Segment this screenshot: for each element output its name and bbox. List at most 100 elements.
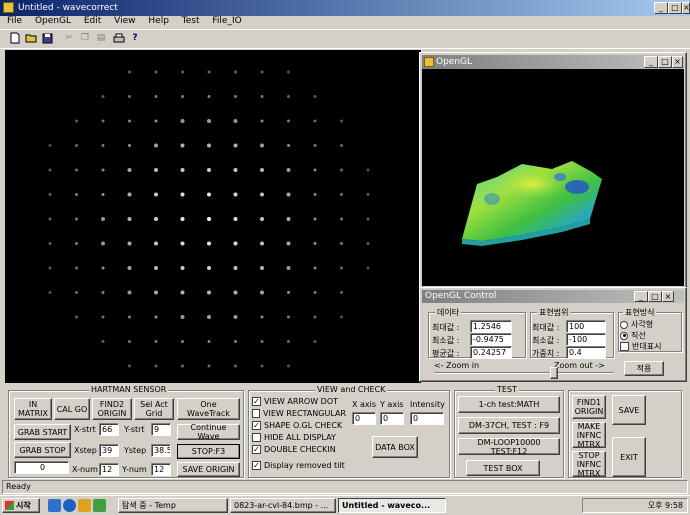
zoom-in-label: <- Zoom in <box>434 361 480 370</box>
sel-act-grid-button[interactable]: Sel Act Grid <box>134 398 174 420</box>
one-wavetrack-button[interactable]: One WaveTrack <box>177 398 240 420</box>
ystep-field[interactable]: 38.5 <box>151 444 171 457</box>
data-avg-field[interactable]: 0.24257 <box>470 346 512 359</box>
grab-start-button[interactable]: GRAB START <box>14 424 71 440</box>
mode-radio-rect[interactable]: 사각형 <box>620 319 653 330</box>
display-removed-tilt-checkbox[interactable]: ✓ Display removed tilt <box>252 461 345 470</box>
range-weight-field[interactable]: 0.4 <box>566 346 606 359</box>
hartmann-spot <box>128 70 131 74</box>
counter-field[interactable]: 0 <box>14 461 69 474</box>
hartmann-spot <box>260 70 264 74</box>
hartmann-spot <box>154 70 158 74</box>
data-min-field[interactable]: -0.9475 <box>470 333 512 346</box>
y-axis-field[interactable]: 0 <box>380 412 404 425</box>
menu-opengl[interactable]: OpenGL <box>30 15 76 28</box>
opengl-maximize-button[interactable]: □ <box>658 56 672 68</box>
stop-f3-button[interactable]: STOP:F3 <box>177 444 240 459</box>
hartmann-spot <box>260 315 264 319</box>
hartmann-spot <box>181 364 184 368</box>
view-arrow-dot-checkbox[interactable]: ✓ VIEW ARROW DOT <box>252 397 338 406</box>
shape-ogl-checkbox[interactable]: ✓ SHAPE O.GL CHECK <box>252 421 346 430</box>
opengl-close-button[interactable]: × <box>672 56 683 68</box>
mode-radio-line[interactable]: 직선 <box>620 330 646 341</box>
apply-button[interactable]: 적용 <box>624 361 664 376</box>
hartmann-spot <box>287 70 290 74</box>
task-bmp-button[interactable]: 0823-ar-cvl-84.bmp - ... <box>230 498 336 513</box>
make-infnc-mtrx-button[interactable]: MAKE INFNC MTRX <box>572 422 606 449</box>
opengl-minimize-button[interactable]: _ <box>644 56 658 68</box>
ch1-math-button[interactable]: 1-ch test:MATH <box>458 396 560 413</box>
help-icon[interactable]: ? <box>128 31 142 45</box>
x-axis-field[interactable]: 0 <box>352 412 376 425</box>
in-matrix-button[interactable]: IN MATRIX <box>14 398 52 420</box>
dm37-test-button[interactable]: DM-37CH, TEST : F9 <box>458 417 560 434</box>
task-explorer-button[interactable]: 탐색 중 - Temp <box>118 498 228 513</box>
save-button[interactable]: SAVE <box>612 395 646 425</box>
xstep-field[interactable]: 39 <box>99 444 119 457</box>
quicklaunch-ie-icon[interactable] <box>63 499 76 512</box>
hartmann-spot <box>366 217 370 221</box>
menu-file[interactable]: File <box>2 15 27 28</box>
control-maximize-button[interactable]: □ <box>648 291 662 302</box>
quicklaunch-media-icon[interactable] <box>93 499 106 512</box>
task-wavecorrect-button[interactable]: Untitled - waveco... <box>338 498 446 513</box>
hartmann-spot <box>340 144 343 147</box>
menu-test[interactable]: Test <box>177 15 205 28</box>
intensity-field[interactable]: 0 <box>410 412 444 425</box>
cut-icon[interactable]: ✂ <box>62 31 76 45</box>
hartmann-spot <box>207 290 211 295</box>
mode-group-title: 표현방식 <box>623 307 657 318</box>
continue-wave-button[interactable]: Continue Wave <box>177 423 240 441</box>
ystrt-field[interactable]: 9 <box>151 423 171 436</box>
menu-file-io[interactable]: File_IO <box>207 15 246 28</box>
quicklaunch-desktop-icon[interactable] <box>48 499 61 512</box>
view-rectangular-checkbox[interactable]: VIEW RECTANGULAR <box>252 409 346 418</box>
dm-loop-test-button[interactable]: DM-LOOP10000 TEST:F12 <box>458 438 560 456</box>
window-title: Untitled - wavecorrect <box>18 3 118 13</box>
control-minimize-button[interactable]: _ <box>634 291 648 302</box>
ynum-field[interactable]: 12 <box>151 463 171 476</box>
xnum-field[interactable]: 12 <box>99 463 119 476</box>
hide-all-display-checkbox[interactable]: HIDE ALL DISPLAY <box>252 433 336 442</box>
hartmann-spot-grid <box>48 70 370 368</box>
find2-origin-button[interactable]: FIND2 ORIGIN <box>92 398 132 420</box>
copy-icon[interactable]: ❐ <box>78 31 92 45</box>
data-box-button[interactable]: DATA BOX <box>372 436 418 458</box>
zoom-slider-track[interactable] <box>434 372 614 374</box>
save-disk-icon[interactable] <box>40 31 54 45</box>
opengl-titlebar: OpenGL _ □ × <box>422 55 684 69</box>
close-button[interactable]: × <box>682 2 690 14</box>
grab-stop-button[interactable]: GRAB STOP <box>14 442 71 458</box>
hartmann-spot <box>287 315 290 319</box>
quicklaunch-outlook-icon[interactable] <box>78 499 91 512</box>
menu-edit[interactable]: Edit <box>79 15 106 28</box>
range-max-field[interactable]: 100 <box>566 320 606 333</box>
camera-view[interactable] <box>5 50 421 383</box>
minimize-button[interactable]: _ <box>654 2 668 14</box>
cal-go-button[interactable]: CAL GO <box>54 398 90 420</box>
print-icon[interactable] <box>112 31 126 45</box>
data-max-field[interactable]: 1.2546 <box>470 320 512 333</box>
exit-button[interactable]: EXIT <box>612 437 646 477</box>
stop-infnc-mtrx-button[interactable]: STOP INFNC MTRX <box>572 451 606 478</box>
hartmann-spot <box>366 266 370 270</box>
control-close-button[interactable]: × <box>662 291 674 302</box>
paste-icon[interactable]: ▤ <box>94 31 108 45</box>
save-origin-button[interactable]: SAVE ORIGIN <box>177 462 240 477</box>
open-folder-icon[interactable] <box>24 31 38 45</box>
range-min-field[interactable]: -100 <box>566 333 606 346</box>
start-button[interactable]: 시작 <box>2 498 40 513</box>
opengl-canvas[interactable] <box>422 69 684 286</box>
maximize-button[interactable]: □ <box>668 2 682 14</box>
xstrt-field[interactable]: 66 <box>99 423 119 436</box>
double-checkin-checkbox[interactable]: ✓ DOUBLE CHECKIN <box>252 445 336 454</box>
reverse-checkbox[interactable]: 반대표시 <box>620 341 661 352</box>
zoom-slider-thumb[interactable] <box>550 367 558 379</box>
menu-help[interactable]: Help <box>143 15 174 28</box>
hartmann-spot <box>286 217 291 221</box>
opengl-title: OpenGL <box>436 57 473 67</box>
new-file-icon[interactable] <box>8 31 22 45</box>
menu-view[interactable]: View <box>109 15 140 28</box>
find1-origin-button[interactable]: FIND1 ORIGIN <box>572 395 606 419</box>
test-box-button[interactable]: TEST BOX <box>466 460 540 476</box>
